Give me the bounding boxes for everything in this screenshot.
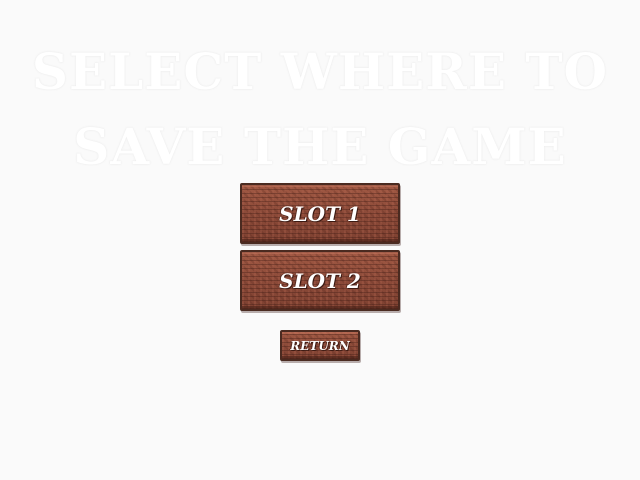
title-line-2: SAVE THE GAME xyxy=(73,117,567,176)
title-line-1: SELECT WHERE TO xyxy=(31,42,609,101)
save-slot-2-button[interactable]: SLOT 2 xyxy=(240,250,400,311)
return-label: RETURN xyxy=(290,338,350,353)
save-slot-1-label: SLOT 1 xyxy=(279,201,361,226)
save-slot-1-button[interactable]: SLOT 1 xyxy=(240,183,400,244)
return-button[interactable]: RETURN xyxy=(280,330,360,361)
save-game-screen: SELECT WHERE TO SAVE THE GAME SLOT 1 SLO… xyxy=(0,0,640,480)
save-slot-2-label: SLOT 2 xyxy=(279,268,361,293)
